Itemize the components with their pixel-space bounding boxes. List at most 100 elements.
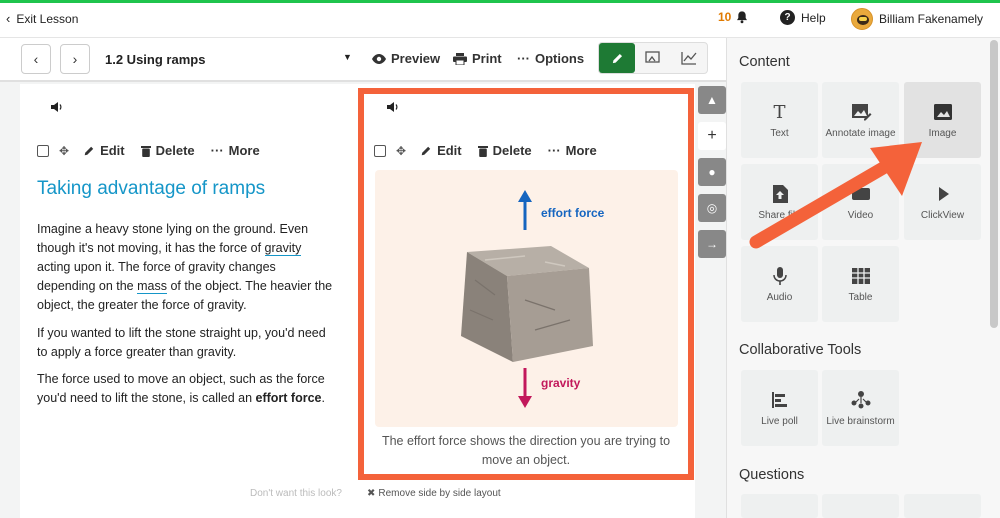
options-button[interactable]: ··· Options (517, 51, 584, 66)
content-tile-text[interactable]: T Text (741, 82, 818, 158)
content-tile-share-file[interactable]: Share file (741, 164, 818, 240)
content-tile-video[interactable]: Video (822, 164, 899, 240)
delete-label: Delete (155, 143, 195, 158)
glossary-link-gravity[interactable]: gravity (264, 241, 302, 256)
stone-cube (461, 246, 593, 362)
avatar (851, 8, 873, 30)
edit-button[interactable]: Edit (83, 143, 125, 158)
user-menu[interactable]: Billiam Fakenamely (851, 8, 983, 30)
accessibility-button[interactable]: ▲ (698, 86, 726, 114)
bell-icon (737, 11, 748, 24)
content-section-heading: Content (739, 54, 790, 70)
lesson-title[interactable]: 1.2 Using ramps (105, 52, 205, 67)
trash-icon (140, 145, 151, 157)
edit-mode-button[interactable] (599, 43, 635, 73)
image-icon (933, 104, 952, 120)
caret-down-icon[interactable]: ▼ (343, 52, 352, 62)
tile-label: Audio (766, 292, 793, 303)
select-checkbox[interactable] (37, 144, 49, 157)
printer-icon (453, 52, 467, 65)
plus-icon: + (707, 127, 717, 144)
content-tile-audio[interactable]: Audio (741, 246, 818, 322)
comment-icon: ● (708, 165, 716, 179)
present-mode-button[interactable] (635, 43, 671, 73)
mode-switcher (598, 42, 708, 74)
ellipsis-icon: ··· (517, 51, 530, 66)
content-tile-image[interactable]: Image (904, 82, 981, 158)
content-tile-clickview[interactable]: ClickView (904, 164, 981, 240)
previous-page-button[interactable]: ‹ (21, 44, 51, 74)
pencil-icon (612, 53, 622, 63)
speaker-icon[interactable] (386, 101, 400, 113)
more-label: More (565, 143, 597, 158)
eye-icon (372, 53, 386, 64)
options-label: Options (535, 51, 585, 66)
video-icon (851, 188, 870, 200)
print-button[interactable]: Print (453, 51, 502, 66)
exit-lesson-link[interactable]: ‹ Exit Lesson (6, 11, 78, 26)
print-label: Print (472, 51, 502, 66)
tile-label: Table (848, 292, 873, 303)
poll-icon (771, 392, 787, 408)
paragraph-2: If you wanted to lift the stone straight… (37, 326, 326, 359)
add-button[interactable]: + (698, 122, 726, 150)
preview-button[interactable]: Preview (372, 51, 440, 66)
glossary-link-mass[interactable]: mass (137, 279, 167, 294)
next-page-button[interactable]: › (60, 44, 90, 74)
lesson-image[interactable] (375, 170, 678, 427)
pencil-icon (421, 146, 431, 155)
delete-button[interactable]: Delete (477, 143, 532, 158)
file-upload-icon (772, 185, 788, 203)
lifebuoy-icon: ◎ (706, 201, 718, 215)
question-tile-1[interactable] (741, 494, 818, 518)
delete-label: Delete (492, 143, 532, 158)
tile-label: Live poll (761, 416, 798, 427)
collab-tile-live-brainstorm[interactable]: Live brainstorm (822, 370, 899, 446)
pencil-icon (84, 146, 94, 155)
tile-label: Video (847, 210, 874, 221)
comments-button[interactable]: ● (698, 158, 726, 186)
content-tile-table[interactable]: Table (822, 246, 899, 322)
question-tile-3[interactable] (904, 494, 981, 518)
remove-layout-button[interactable]: ✖ Remove side by side layout (367, 488, 501, 499)
effort-arrow (518, 190, 532, 230)
collab-section-heading: Collaborative Tools (739, 342, 862, 358)
tile-label: Annotate image (825, 128, 896, 139)
edit-label: Edit (100, 143, 125, 158)
more-button[interactable]: ··· More (548, 143, 597, 158)
left-card-controls: ✥ Edit Delete ··· More (37, 143, 276, 158)
question-tile-2[interactable] (822, 494, 899, 518)
move-handle-icon[interactable]: ✥ (396, 144, 406, 158)
delete-button[interactable]: Delete (140, 143, 195, 158)
exit-lesson-label: Exit Lesson (16, 11, 79, 26)
help-center-button[interactable]: ◎ (698, 194, 726, 222)
analytics-mode-button[interactable] (671, 43, 707, 73)
close-icon: ✖ (367, 488, 376, 499)
text-icon: T (773, 101, 786, 123)
move-handle-icon[interactable]: ✥ (59, 144, 69, 158)
layout-note: Don't want this look? (250, 488, 342, 499)
annotate-image-icon (851, 104, 871, 121)
table-icon (851, 268, 870, 284)
select-checkbox[interactable] (374, 144, 386, 157)
microphone-icon (772, 267, 787, 285)
tile-label: Share file (758, 210, 801, 221)
content-heading: Taking advantage of ramps (37, 178, 266, 199)
help-button[interactable]: ? Help (780, 10, 826, 25)
collab-tile-live-poll[interactable]: Live poll (741, 370, 818, 446)
chart-icon (681, 52, 697, 65)
more-button[interactable]: ··· More (211, 143, 260, 158)
speaker-icon[interactable] (50, 101, 64, 113)
notifications-button[interactable]: 10 (718, 10, 749, 24)
panel-scrollbar[interactable] (990, 40, 998, 328)
gravity-label: gravity (541, 376, 581, 390)
paragraph-text: . (321, 391, 325, 405)
questions-section-heading: Questions (739, 467, 805, 483)
content-tile-annotate-image[interactable]: Annotate image (822, 82, 899, 158)
bell-icon: ▲ (706, 93, 718, 107)
edit-button[interactable]: Edit (420, 143, 462, 158)
collapse-panel-button[interactable]: → (698, 230, 726, 258)
tile-label: Live brainstorm (826, 416, 895, 427)
trash-icon (477, 145, 488, 157)
stone-diagram (461, 190, 593, 408)
